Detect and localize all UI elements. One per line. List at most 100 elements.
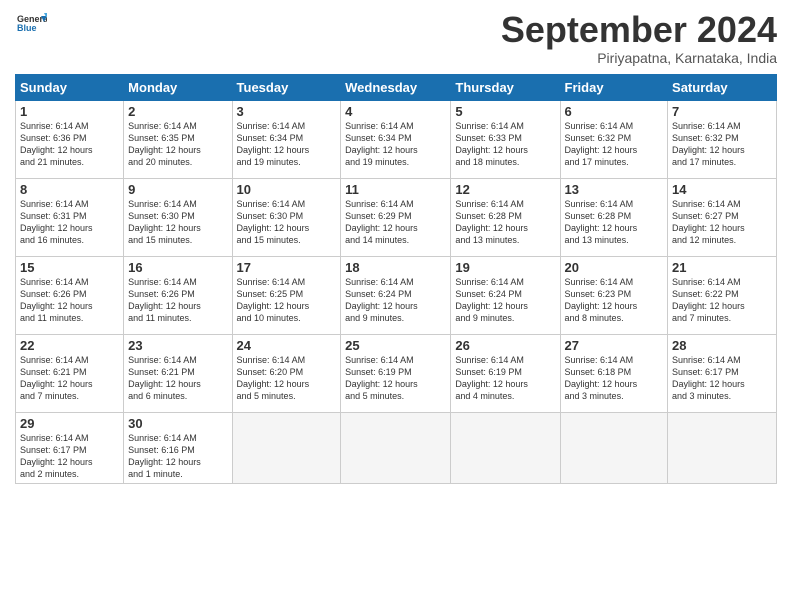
table-row: 30Sunrise: 6:14 AM Sunset: 6:16 PM Dayli… <box>124 412 232 484</box>
day-info: Sunrise: 6:14 AM Sunset: 6:28 PM Dayligh… <box>455 198 555 247</box>
location-subtitle: Piriyapatna, Karnataka, India <box>501 50 777 66</box>
day-number: 8 <box>20 182 119 197</box>
day-number: 13 <box>565 182 664 197</box>
day-info: Sunrise: 6:14 AM Sunset: 6:21 PM Dayligh… <box>20 354 119 403</box>
table-row: 14Sunrise: 6:14 AM Sunset: 6:27 PM Dayli… <box>668 178 777 256</box>
table-row: 15Sunrise: 6:14 AM Sunset: 6:26 PM Dayli… <box>16 256 124 334</box>
table-row: 3Sunrise: 6:14 AM Sunset: 6:34 PM Daylig… <box>232 100 341 178</box>
day-number: 28 <box>672 338 772 353</box>
day-info: Sunrise: 6:14 AM Sunset: 6:20 PM Dayligh… <box>237 354 337 403</box>
table-row: 4Sunrise: 6:14 AM Sunset: 6:34 PM Daylig… <box>341 100 451 178</box>
day-number: 20 <box>565 260 664 275</box>
table-row: 24Sunrise: 6:14 AM Sunset: 6:20 PM Dayli… <box>232 334 341 412</box>
day-number: 12 <box>455 182 555 197</box>
day-number: 24 <box>237 338 337 353</box>
table-row: 7Sunrise: 6:14 AM Sunset: 6:32 PM Daylig… <box>668 100 777 178</box>
table-row: 25Sunrise: 6:14 AM Sunset: 6:19 PM Dayli… <box>341 334 451 412</box>
calendar-body: 1Sunrise: 6:14 AM Sunset: 6:36 PM Daylig… <box>16 100 777 484</box>
day-info: Sunrise: 6:14 AM Sunset: 6:26 PM Dayligh… <box>128 276 227 325</box>
table-row: 16Sunrise: 6:14 AM Sunset: 6:26 PM Dayli… <box>124 256 232 334</box>
title-block: September 2024 Piriyapatna, Karnataka, I… <box>501 10 777 66</box>
table-row: 18Sunrise: 6:14 AM Sunset: 6:24 PM Dayli… <box>341 256 451 334</box>
day-info: Sunrise: 6:14 AM Sunset: 6:24 PM Dayligh… <box>345 276 446 325</box>
day-number: 21 <box>672 260 772 275</box>
logo-icon: General Blue <box>17 10 47 40</box>
table-row: 9Sunrise: 6:14 AM Sunset: 6:30 PM Daylig… <box>124 178 232 256</box>
day-number: 25 <box>345 338 446 353</box>
day-info: Sunrise: 6:14 AM Sunset: 6:18 PM Dayligh… <box>565 354 664 403</box>
day-number: 19 <box>455 260 555 275</box>
day-info: Sunrise: 6:14 AM Sunset: 6:16 PM Dayligh… <box>128 432 227 481</box>
day-info: Sunrise: 6:14 AM Sunset: 6:25 PM Dayligh… <box>237 276 337 325</box>
table-row: 21Sunrise: 6:14 AM Sunset: 6:22 PM Dayli… <box>668 256 777 334</box>
day-number: 30 <box>128 416 227 431</box>
day-number: 27 <box>565 338 664 353</box>
page-container: General Blue September 2024 Piriyapatna,… <box>0 0 792 494</box>
day-number: 9 <box>128 182 227 197</box>
header-monday: Monday <box>124 74 232 100</box>
header: General Blue September 2024 Piriyapatna,… <box>15 10 777 66</box>
day-number: 6 <box>565 104 664 119</box>
svg-text:Blue: Blue <box>17 23 37 33</box>
table-row: 10Sunrise: 6:14 AM Sunset: 6:30 PM Dayli… <box>232 178 341 256</box>
logo: General Blue <box>15 10 47 45</box>
table-row: 1Sunrise: 6:14 AM Sunset: 6:36 PM Daylig… <box>16 100 124 178</box>
day-info: Sunrise: 6:14 AM Sunset: 6:19 PM Dayligh… <box>455 354 555 403</box>
day-number: 26 <box>455 338 555 353</box>
day-info: Sunrise: 6:14 AM Sunset: 6:36 PM Dayligh… <box>20 120 119 169</box>
table-row: 17Sunrise: 6:14 AM Sunset: 6:25 PM Dayli… <box>232 256 341 334</box>
table-row: 19Sunrise: 6:14 AM Sunset: 6:24 PM Dayli… <box>451 256 560 334</box>
table-row: 6Sunrise: 6:14 AM Sunset: 6:32 PM Daylig… <box>560 100 668 178</box>
table-row: 11Sunrise: 6:14 AM Sunset: 6:29 PM Dayli… <box>341 178 451 256</box>
table-row: 27Sunrise: 6:14 AM Sunset: 6:18 PM Dayli… <box>560 334 668 412</box>
day-info: Sunrise: 6:14 AM Sunset: 6:17 PM Dayligh… <box>20 432 119 481</box>
weekday-header-row: Sunday Monday Tuesday Wednesday Thursday… <box>16 74 777 100</box>
day-info: Sunrise: 6:14 AM Sunset: 6:22 PM Dayligh… <box>672 276 772 325</box>
day-info: Sunrise: 6:14 AM Sunset: 6:34 PM Dayligh… <box>237 120 337 169</box>
table-row: 12Sunrise: 6:14 AM Sunset: 6:28 PM Dayli… <box>451 178 560 256</box>
day-info: Sunrise: 6:14 AM Sunset: 6:33 PM Dayligh… <box>455 120 555 169</box>
table-row: 13Sunrise: 6:14 AM Sunset: 6:28 PM Dayli… <box>560 178 668 256</box>
day-number: 16 <box>128 260 227 275</box>
table-row <box>232 412 341 484</box>
day-number: 11 <box>345 182 446 197</box>
day-number: 29 <box>20 416 119 431</box>
day-info: Sunrise: 6:14 AM Sunset: 6:26 PM Dayligh… <box>20 276 119 325</box>
day-info: Sunrise: 6:14 AM Sunset: 6:27 PM Dayligh… <box>672 198 772 247</box>
table-row <box>560 412 668 484</box>
table-row <box>668 412 777 484</box>
day-info: Sunrise: 6:14 AM Sunset: 6:29 PM Dayligh… <box>345 198 446 247</box>
day-info: Sunrise: 6:14 AM Sunset: 6:32 PM Dayligh… <box>672 120 772 169</box>
day-number: 5 <box>455 104 555 119</box>
day-number: 7 <box>672 104 772 119</box>
day-info: Sunrise: 6:14 AM Sunset: 6:24 PM Dayligh… <box>455 276 555 325</box>
day-number: 3 <box>237 104 337 119</box>
table-row: 28Sunrise: 6:14 AM Sunset: 6:17 PM Dayli… <box>668 334 777 412</box>
day-number: 23 <box>128 338 227 353</box>
day-info: Sunrise: 6:14 AM Sunset: 6:19 PM Dayligh… <box>345 354 446 403</box>
header-sunday: Sunday <box>16 74 124 100</box>
day-number: 14 <box>672 182 772 197</box>
day-info: Sunrise: 6:14 AM Sunset: 6:28 PM Dayligh… <box>565 198 664 247</box>
day-number: 10 <box>237 182 337 197</box>
calendar-table: Sunday Monday Tuesday Wednesday Thursday… <box>15 74 777 485</box>
table-row: 5Sunrise: 6:14 AM Sunset: 6:33 PM Daylig… <box>451 100 560 178</box>
day-number: 2 <box>128 104 227 119</box>
table-row: 29Sunrise: 6:14 AM Sunset: 6:17 PM Dayli… <box>16 412 124 484</box>
day-number: 15 <box>20 260 119 275</box>
table-row: 8Sunrise: 6:14 AM Sunset: 6:31 PM Daylig… <box>16 178 124 256</box>
table-row: 22Sunrise: 6:14 AM Sunset: 6:21 PM Dayli… <box>16 334 124 412</box>
day-info: Sunrise: 6:14 AM Sunset: 6:23 PM Dayligh… <box>565 276 664 325</box>
day-info: Sunrise: 6:14 AM Sunset: 6:31 PM Dayligh… <box>20 198 119 247</box>
table-row: 2Sunrise: 6:14 AM Sunset: 6:35 PM Daylig… <box>124 100 232 178</box>
header-thursday: Thursday <box>451 74 560 100</box>
table-row <box>341 412 451 484</box>
table-row <box>451 412 560 484</box>
table-row: 20Sunrise: 6:14 AM Sunset: 6:23 PM Dayli… <box>560 256 668 334</box>
month-title: September 2024 <box>501 10 777 50</box>
day-info: Sunrise: 6:14 AM Sunset: 6:35 PM Dayligh… <box>128 120 227 169</box>
table-row: 23Sunrise: 6:14 AM Sunset: 6:21 PM Dayli… <box>124 334 232 412</box>
day-info: Sunrise: 6:14 AM Sunset: 6:17 PM Dayligh… <box>672 354 772 403</box>
day-info: Sunrise: 6:14 AM Sunset: 6:30 PM Dayligh… <box>237 198 337 247</box>
header-wednesday: Wednesday <box>341 74 451 100</box>
